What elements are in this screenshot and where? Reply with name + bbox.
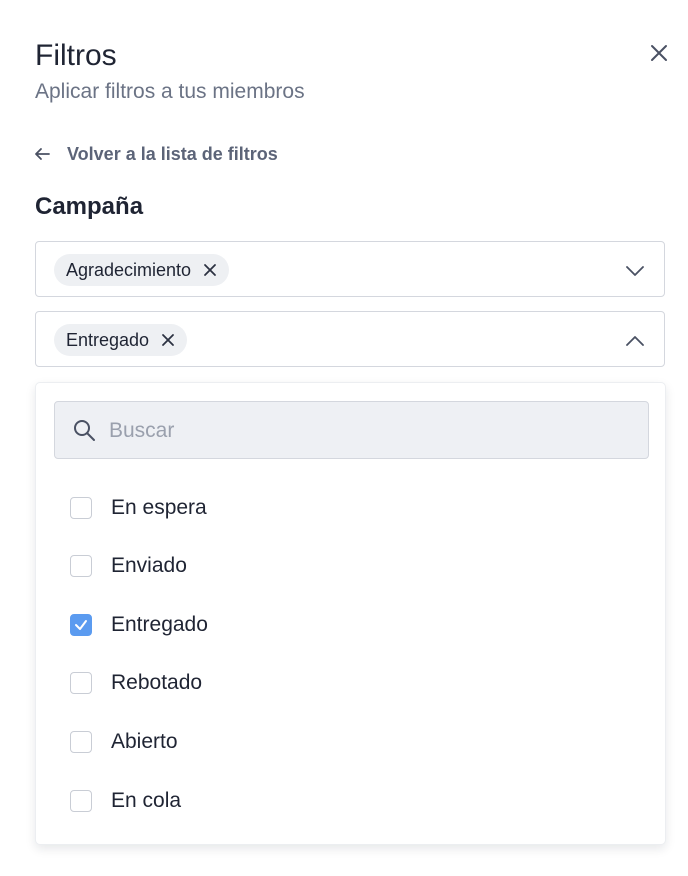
campaign-select[interactable]: Agradecimiento bbox=[35, 241, 665, 297]
close-icon[interactable] bbox=[646, 40, 672, 66]
back-link-label: Volver a la lista de filtros bbox=[67, 143, 278, 164]
checkbox[interactable] bbox=[70, 497, 92, 519]
option-label: Enviado bbox=[111, 554, 187, 577]
option-label: Rebotado bbox=[111, 671, 203, 694]
selected-chip: Agradecimiento bbox=[54, 254, 230, 286]
section-title: Campaña bbox=[35, 193, 144, 220]
checkbox[interactable] bbox=[70, 555, 92, 577]
remove-chip-icon[interactable] bbox=[161, 333, 175, 347]
panel-subtitle: Aplicar filtros a tus miembros bbox=[35, 80, 305, 103]
panel-title: Filtros bbox=[35, 39, 117, 72]
filters-panel: Filtros Aplicar filtros a tus miembros V… bbox=[0, 0, 688, 876]
search-input[interactable] bbox=[107, 412, 631, 450]
checkbox[interactable] bbox=[70, 731, 92, 753]
chevron-down-icon[interactable] bbox=[624, 260, 646, 282]
search-icon bbox=[74, 420, 95, 441]
checkbox[interactable] bbox=[70, 790, 92, 812]
option-enviado[interactable]: Enviado bbox=[70, 551, 187, 581]
selected-chip: Entregado bbox=[54, 324, 188, 356]
option-en-espera[interactable]: En espera bbox=[70, 493, 207, 523]
status-dropdown-menu: En espera Enviado Entregado Rebotado Abi bbox=[35, 382, 666, 845]
back-to-filters-link[interactable]: Volver a la lista de filtros bbox=[33, 141, 278, 167]
option-label: En espera bbox=[111, 496, 207, 519]
chip-label: Entregado bbox=[66, 329, 150, 350]
checkbox[interactable] bbox=[70, 614, 92, 636]
option-entregado[interactable]: Entregado bbox=[70, 610, 208, 640]
option-rebotado[interactable]: Rebotado bbox=[70, 668, 202, 698]
option-en-cola[interactable]: En cola bbox=[70, 786, 181, 816]
option-abierto[interactable]: Abierto bbox=[70, 727, 178, 757]
checkbox[interactable] bbox=[70, 672, 92, 694]
remove-chip-icon[interactable] bbox=[203, 263, 217, 277]
option-label: En cola bbox=[111, 789, 182, 812]
chip-label: Agradecimiento bbox=[66, 259, 192, 280]
status-select[interactable]: Entregado bbox=[35, 311, 665, 367]
chevron-up-icon[interactable] bbox=[624, 330, 646, 352]
option-label: Entregado bbox=[111, 613, 208, 636]
check-icon bbox=[75, 620, 87, 630]
search-box bbox=[54, 401, 649, 459]
arrow-left-icon bbox=[35, 148, 50, 160]
option-label: Abierto bbox=[111, 730, 178, 753]
